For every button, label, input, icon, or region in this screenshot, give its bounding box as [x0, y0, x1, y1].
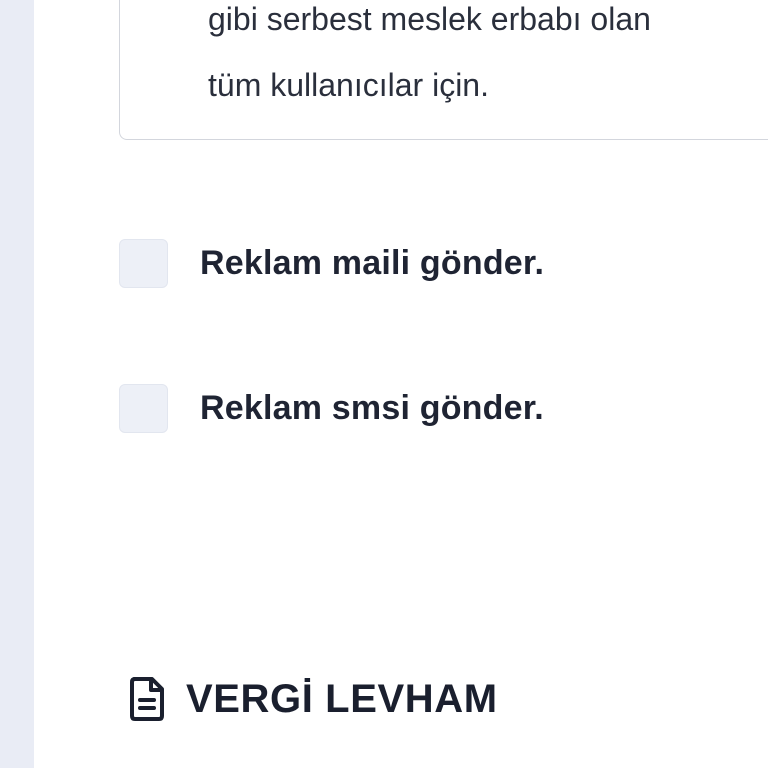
sms-ads-label[interactable]: Reklam smsi gönder. [200, 389, 544, 428]
tax-settings-page: gibi serbest meslek erbabı olan tüm kull… [0, 0, 768, 768]
left-rail [0, 0, 34, 768]
info-text-line-1: gibi serbest meslek erbabı olan [208, 1, 651, 37]
email-ads-label[interactable]: Reklam maili gönder. [200, 244, 544, 283]
section-title: VERGİ LEVHAM [186, 676, 498, 721]
info-text-line-2: tüm kullanıcılar için. [208, 67, 489, 103]
sms-ads-checkbox[interactable] [119, 384, 168, 433]
email-ads-checkbox[interactable] [119, 239, 168, 288]
info-text: gibi serbest meslek erbabı olan tüm kull… [208, 0, 651, 118]
document-icon [130, 677, 164, 721]
info-card: gibi serbest meslek erbabı olan tüm kull… [119, 0, 768, 140]
tax-plate-heading: VERGİ LEVHAM [128, 676, 498, 722]
sms-ads-option[interactable]: Reklam smsi gönder. [119, 384, 544, 433]
email-ads-option[interactable]: Reklam maili gönder. [119, 239, 544, 288]
